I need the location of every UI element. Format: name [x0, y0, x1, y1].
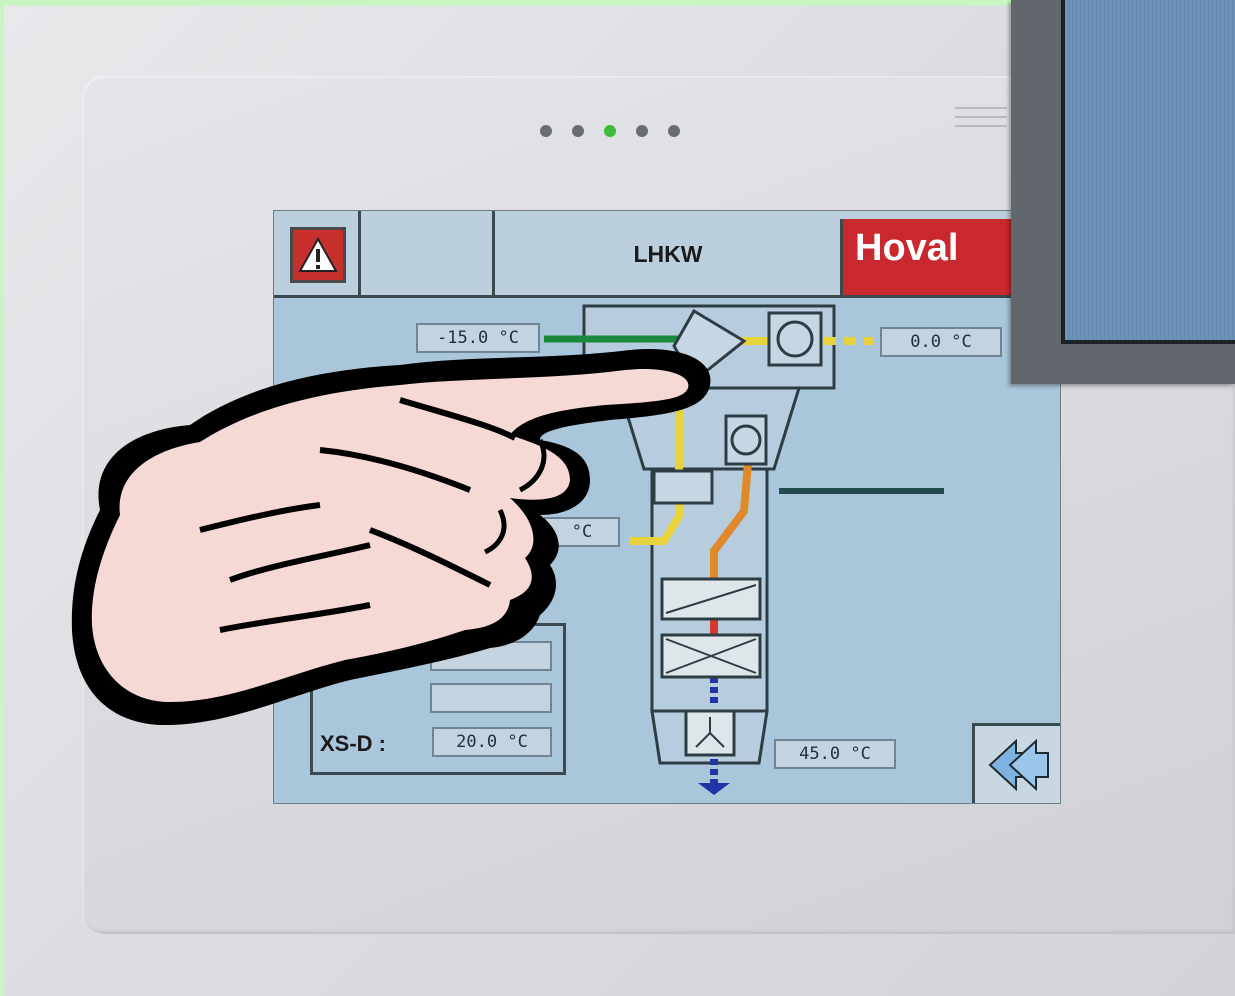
page-indicator: [540, 125, 680, 137]
secondary-device: [1011, 0, 1235, 384]
page-dot-active[interactable]: [604, 125, 616, 137]
double-left-arrow-icon: [988, 738, 1049, 791]
supply-air-temp: 0.0 °C: [880, 327, 1002, 357]
pointing-hand-icon: [71, 349, 711, 725]
page-dot[interactable]: [636, 125, 648, 137]
page-dot[interactable]: [540, 125, 552, 137]
secondary-screen: [1061, 0, 1235, 344]
menu-icon[interactable]: [955, 100, 1007, 134]
page-dot[interactable]: [572, 125, 584, 137]
back-button[interactable]: [972, 723, 1060, 803]
xs-d-value[interactable]: 20.0 °C: [432, 727, 552, 757]
xs-d-label: XS-D :: [320, 731, 386, 756]
water-temp-readout: 45.0 °C: [774, 739, 896, 769]
page-dot[interactable]: [668, 125, 680, 137]
